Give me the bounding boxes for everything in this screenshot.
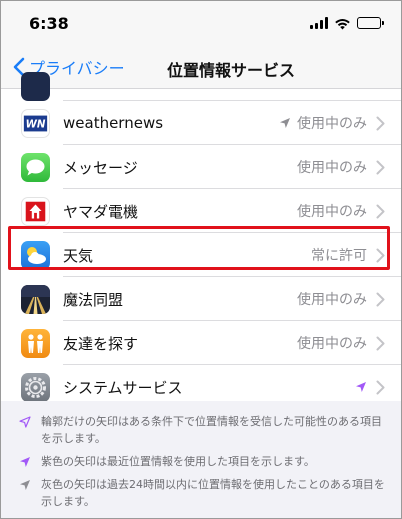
list-item-yamada-denki[interactable]: ヤマダ電機 使用中のみ [1, 189, 401, 233]
list-item-messages[interactable]: メッセージ 使用中のみ [1, 145, 401, 189]
yamada-denki-app-icon [21, 196, 50, 226]
find-friends-app-icon [21, 328, 50, 358]
list-item-partial[interactable] [1, 72, 401, 101]
permission-text: 常に許可 [311, 248, 367, 264]
chevron-right-icon [376, 336, 385, 350]
chevron-right-icon [376, 204, 385, 218]
app-name: システムサービス [63, 378, 183, 397]
location-arrow-purple-icon [20, 457, 30, 467]
wifi-icon [335, 18, 350, 29]
chevron-right-icon [376, 292, 385, 306]
status-icons [310, 16, 384, 30]
permission-value: 使用中のみ [279, 113, 367, 133]
permission-value: 使用中のみ [297, 157, 367, 177]
note-text: 輪郭だけの矢印はある条件下で位置情報を受信した可能性のある項目を示します。 [41, 415, 382, 445]
navigation-bar: プライバシー 位置情報サービス [1, 45, 401, 89]
app-name: 友達を探す [63, 334, 139, 353]
app-name: weathernews [63, 114, 164, 132]
messages-app-icon [21, 152, 50, 182]
app-name: メッセージ [63, 158, 138, 177]
weathernews-app-icon: WN [21, 108, 50, 138]
permission-value: 使用中のみ [297, 201, 367, 221]
screen: 6:38 プライバシー 位置情報サービス WN weathernews 使用中の… [0, 0, 402, 519]
app-icon-partial [21, 72, 50, 101]
status-bar: 6:38 [1, 1, 401, 45]
weather-app-icon [21, 240, 50, 270]
footer-notes: 輪郭だけの矢印はある条件下で位置情報を受信した可能性のある項目を示します。 紫色… [1, 401, 401, 516]
permission-value: 使用中のみ [297, 333, 367, 353]
chevron-right-icon [376, 116, 385, 130]
list-item-weathernews[interactable]: WN weathernews 使用中のみ [1, 101, 401, 145]
wizards-unite-app-icon [21, 284, 50, 314]
location-arrow-gray-icon [20, 480, 30, 490]
permission-value: 常に許可 [311, 245, 367, 265]
chevron-right-icon [376, 160, 385, 174]
list-item-wizards-unite[interactable]: 魔法同盟 使用中のみ [1, 277, 401, 321]
note-outline-arrow: 輪郭だけの矢印はある条件下で位置情報を受信した可能性のある項目を示します。 [15, 413, 387, 447]
note-purple-arrow: 紫色の矢印は最近位置情報を使用した項目を示します。 [15, 453, 387, 470]
note-gray-arrow: 灰色の矢印は過去24時間以内に位置情報を使用したことのある項目を示します。 [15, 476, 387, 510]
list-item-find-friends[interactable]: 友達を探す 使用中のみ [1, 321, 401, 365]
settings-gear-icon [21, 372, 50, 402]
app-list: WN weathernews 使用中のみ メッセージ 使用中のみ ヤマダ電機 使… [1, 72, 401, 409]
note-text: 紫色の矢印は最近位置情報を使用した項目を示します。 [41, 455, 315, 468]
chevron-right-icon [376, 248, 385, 262]
permission-text: 使用中のみ [297, 204, 367, 220]
permission-value [355, 381, 367, 393]
chevron-right-icon [376, 380, 385, 394]
permission-text: 使用中のみ [297, 160, 367, 176]
list-item-weather[interactable]: 天気 常に許可 [1, 233, 401, 277]
app-name: ヤマダ電機 [63, 202, 139, 221]
permission-text: 使用中のみ [297, 116, 367, 132]
cellular-signal-icon [310, 17, 328, 29]
app-name: 魔法同盟 [63, 290, 124, 309]
page-title: 位置情報サービス [166, 61, 295, 80]
weathernews-logo-text: WN [26, 118, 46, 130]
permission-text: 使用中のみ [297, 336, 367, 352]
location-arrow-outline-icon [19, 416, 31, 428]
permission-text: 使用中のみ [297, 292, 367, 308]
battery-icon [357, 17, 384, 29]
permission-value: 使用中のみ [297, 289, 367, 309]
location-arrow-gray-icon [280, 118, 290, 128]
status-time: 6:38 [29, 14, 69, 33]
app-name: 天気 [63, 246, 94, 265]
location-arrow-purple-icon [356, 382, 366, 392]
note-text: 灰色の矢印は過去24時間以内に位置情報を使用したことのある項目を示します。 [41, 478, 385, 508]
